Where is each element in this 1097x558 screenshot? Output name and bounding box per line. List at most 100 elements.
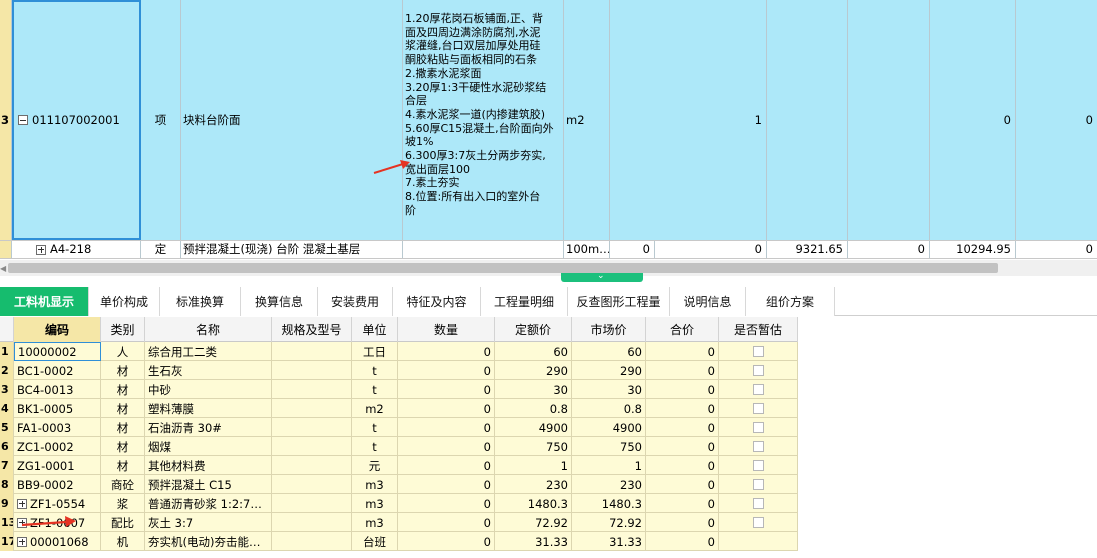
resource-code-cell[interactable]: 00001068 — [14, 532, 101, 551]
provisional-checkbox-cell[interactable] — [719, 513, 798, 532]
resource-name[interactable]: 预拌混凝土 C15 — [145, 475, 272, 494]
resource-code-cell[interactable]: BB9-0002 — [14, 475, 101, 494]
tab-6[interactable]: 工程量明细 — [481, 287, 568, 316]
provisional-checkbox-cell[interactable] — [719, 437, 798, 456]
resource-market-price[interactable]: 230 — [572, 475, 646, 494]
provisional-checkbox-cell[interactable] — [719, 380, 798, 399]
item-name[interactable]: 块料台阶面 — [181, 0, 403, 240]
provisional-checkbox-cell[interactable] — [719, 475, 798, 494]
resource-spec[interactable] — [272, 342, 352, 361]
resource-spec[interactable] — [272, 494, 352, 513]
provisional-checkbox[interactable] — [752, 403, 764, 414]
scroll-left-icon[interactable]: ◀ — [0, 264, 6, 273]
resource-code-cell[interactable]: FA1-0003 — [14, 418, 101, 437]
tab-4[interactable]: 安装费用 — [318, 287, 393, 316]
quota-sub-row[interactable]: A4-218 定 预拌混凝土(现浇) 台阶 混凝土基层 100m… 0 0 93… — [0, 240, 1097, 259]
collapse-icon[interactable] — [18, 115, 28, 125]
column-header-0[interactable]: 编码 — [14, 317, 101, 342]
resource-market-price[interactable]: 72.92 — [572, 513, 646, 532]
sub-quantity[interactable]: 0 — [610, 241, 655, 258]
selected-list-item-row[interactable]: 3 011107002001 项 块料台阶面 1.20厚花岗石板铺面,正、背 面及… — [0, 0, 1097, 240]
provisional-checkbox[interactable] — [752, 346, 764, 357]
resource-row[interactable]: 2 BC1-0002 材生石灰 t 0 290 290 0 — [0, 361, 798, 380]
resource-spec[interactable] — [272, 437, 352, 456]
column-header-1[interactable]: 类别 — [101, 317, 145, 342]
resource-name[interactable]: 普通沥青砂浆 1:2:7… — [145, 494, 272, 513]
resource-row[interactable]: 3 BC4-0013 材中砂 t 0 30 30 0 — [0, 380, 798, 399]
tab-2[interactable]: 标准换算 — [160, 287, 241, 316]
resource-name[interactable]: 综合用工二类 — [145, 342, 272, 361]
expand-icon[interactable] — [17, 498, 27, 509]
resource-row[interactable]: 7 ZG1-0001 材其他材料费元 0 1 1 0 — [0, 456, 798, 475]
column-header-3[interactable]: 规格及型号 — [272, 317, 352, 342]
resource-row[interactable]: 8 BB9-0002 商砼 预拌混凝土 C15 m3 0 230 230 0 — [0, 475, 798, 494]
panel-splitter-handle[interactable]: ⌄ — [561, 271, 643, 282]
resource-spec[interactable] — [272, 456, 352, 475]
resource-row[interactable]: 9 ZF1-0554 浆普通沥青砂浆 1:2:7… m3 0 1480.3 1480.3 0 — [0, 494, 798, 513]
tab-1[interactable]: 单价构成 — [89, 287, 160, 316]
resource-market-price[interactable]: 750 — [572, 437, 646, 456]
resource-name[interactable]: 灰土 3:7 — [145, 513, 272, 532]
provisional-checkbox[interactable] — [752, 517, 764, 528]
resource-row[interactable]: 5 FA1-0003 材石油沥青 30# t 0 4900 4900 0 — [0, 418, 798, 437]
resource-spec[interactable] — [272, 361, 352, 380]
resource-code-cell[interactable]: ZG1-0001 — [14, 456, 101, 475]
sub-name[interactable]: 预拌混凝土(现浇) 台阶 混凝土基层 — [181, 241, 403, 258]
column-header-5[interactable]: 数量 — [398, 317, 495, 342]
resource-code-cell[interactable]: BK1-0005 — [14, 399, 101, 418]
expand-icon[interactable] — [36, 244, 46, 255]
resource-spec[interactable] — [272, 513, 352, 532]
item-feature-description[interactable]: 1.20厚花岗石板铺面,正、背 面及四周边满涂防腐剂,水泥 浆灌缝,台口双层加厚处用… — [403, 0, 564, 240]
provisional-checkbox-cell[interactable] — [719, 399, 798, 418]
provisional-checkbox-cell[interactable] — [719, 342, 798, 361]
tab-3[interactable]: 换算信息 — [241, 287, 318, 316]
provisional-checkbox[interactable] — [752, 441, 764, 452]
column-header-9[interactable]: 是否暂估 — [719, 317, 798, 342]
resource-market-price[interactable]: 30 — [572, 380, 646, 399]
expand-icon[interactable] — [17, 517, 27, 528]
resource-market-price[interactable]: 60 — [572, 342, 646, 361]
tab-7[interactable]: 反查图形工程量 — [568, 287, 670, 316]
resource-code-cell[interactable]: ZF1-0554 — [14, 494, 101, 513]
resource-row[interactable]: 1 10000002 人综合用工二类 工日 0 60 60 0 — [0, 342, 798, 361]
resource-row[interactable]: 13ZF1-0607配比灰土 3:7m3072.9272.920 — [0, 513, 798, 532]
resource-market-price[interactable]: 0.8 — [572, 399, 646, 418]
tab-5[interactable]: 特征及内容 — [393, 287, 481, 316]
tab-8[interactable]: 说明信息 — [670, 287, 746, 316]
item-quantity[interactable]: 1 — [610, 0, 767, 240]
provisional-checkbox[interactable] — [752, 365, 764, 376]
provisional-checkbox[interactable] — [752, 479, 764, 490]
provisional-checkbox-cell[interactable] — [719, 532, 798, 551]
column-header-4[interactable]: 单位 — [352, 317, 398, 342]
resource-market-price[interactable]: 31.33 — [572, 532, 646, 551]
resource-name[interactable]: 中砂 — [145, 380, 272, 399]
column-header-8[interactable]: 合价 — [646, 317, 719, 342]
tab-0[interactable]: 工料机显示 — [0, 287, 89, 316]
resource-name[interactable]: 烟煤 — [145, 437, 272, 456]
column-header-2[interactable]: 名称 — [145, 317, 272, 342]
column-header-7[interactable]: 市场价 — [572, 317, 646, 342]
resource-code-cell[interactable]: ZF1-0607 — [14, 513, 101, 532]
provisional-checkbox[interactable] — [752, 384, 764, 395]
scrollbar-thumb[interactable] — [8, 263, 998, 273]
resource-spec[interactable] — [272, 418, 352, 437]
resource-market-price[interactable]: 1480.3 — [572, 494, 646, 513]
resource-row[interactable]: 4 BK1-0005 材塑料薄膜 m2 0 0.8 0.8 0 — [0, 399, 798, 418]
provisional-checkbox-cell[interactable] — [719, 494, 798, 513]
resource-code-cell[interactable]: 10000002 — [14, 342, 101, 361]
provisional-checkbox[interactable] — [752, 498, 764, 509]
resource-code-cell[interactable]: ZC1-0002 — [14, 437, 101, 456]
resource-name[interactable]: 夯实机(电动)夯击能… — [145, 532, 272, 551]
tab-9[interactable]: 组价方案 — [746, 287, 835, 316]
resource-spec[interactable] — [272, 475, 352, 494]
sub-code-cell[interactable]: A4-218 — [12, 241, 141, 258]
resource-spec[interactable] — [272, 532, 352, 551]
item-code-cell[interactable]: 011107002001 — [12, 0, 141, 240]
resource-spec[interactable] — [272, 380, 352, 399]
resource-market-price[interactable]: 1 — [572, 456, 646, 475]
provisional-checkbox[interactable] — [752, 460, 764, 471]
resource-spec[interactable] — [272, 399, 352, 418]
resource-name[interactable]: 石油沥青 30# — [145, 418, 272, 437]
resource-code-cell[interactable]: BC4-0013 — [14, 380, 101, 399]
resource-name[interactable]: 其他材料费 — [145, 456, 272, 475]
